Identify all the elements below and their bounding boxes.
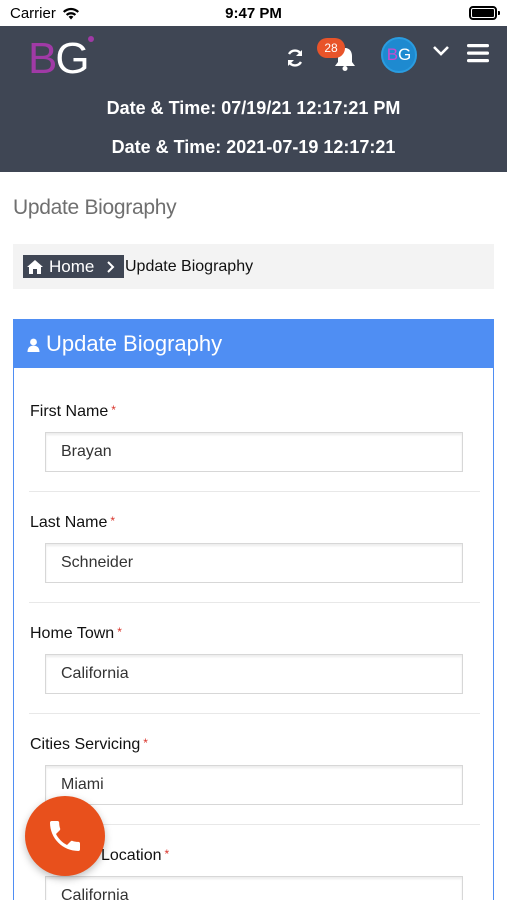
cities-servicing-label-text: Cities Servicing [30,736,141,753]
first-name-field[interactable]: Brayan [45,432,463,472]
location-field[interactable]: California [45,876,463,900]
first-name-label-text: First Name [30,403,109,420]
first-name-label: First Name * [30,403,116,421]
breadcrumb-home[interactable]: Home [23,255,125,278]
chevron-down-icon[interactable] [432,44,450,58]
breadcrumb-current: Update Biography [125,258,254,275]
cities-servicing-label: Cities Servicing * [30,736,148,754]
required-marker: * [164,847,170,861]
notification-badge[interactable]: 28 [317,38,345,58]
hamburger-menu-icon[interactable] [467,43,489,63]
divider [29,491,480,492]
required-marker: * [143,736,148,750]
last-name-field[interactable]: Schneider [45,543,463,583]
status-bar: Carrier 9:47 PM [0,0,507,26]
avatar[interactable]: BG [381,37,417,73]
avatar-initial-b: B [386,45,399,64]
chevron-right-icon [107,260,115,273]
logo-dot [88,36,94,42]
brand-logo[interactable]: BG [28,34,98,84]
panel-header: Update Biography [14,320,493,368]
refresh-icon[interactable] [285,48,305,68]
home-town-label-text: Home Town [30,625,115,642]
avatar-initial-g: G [398,45,412,64]
phone-icon [50,821,80,851]
app-header: BG 28 BG Date & Time: 07/19/21 12:17:21 … [0,26,507,172]
home-town-field[interactable]: California [45,654,463,694]
panel-title: Update Biography [46,331,223,356]
breadcrumb-home-label: Home [49,256,95,276]
battery-icon [469,6,500,20]
last-name-label: Last Name * [30,514,115,532]
user-icon [27,338,40,352]
location-label: Location * [101,847,169,865]
last-name-label-text: Last Name [30,514,108,531]
datetime-line-2: Date & Time: 2021-07-19 12:17:21 [111,137,396,157]
divider [29,602,480,603]
logo-letter-g: G [55,34,89,83]
cities-servicing-field[interactable]: Miami [45,765,463,805]
location-label-text: Location [101,847,162,864]
required-marker: * [117,625,122,639]
required-marker: * [110,514,116,528]
breadcrumb: Home Update Biography [13,244,494,289]
required-marker: * [111,403,116,417]
home-town-label: Home Town * [30,625,122,643]
page-title: Update Biography [13,196,177,219]
datetime-line-1: Date & Time: 07/19/21 12:17:21 PM [106,98,401,118]
logo-text: BG [28,34,90,84]
call-button[interactable] [25,796,105,876]
status-time: 9:47 PM [225,5,282,22]
logo-letter-b: B [28,34,57,83]
divider [29,713,480,714]
home-icon [27,259,43,274]
